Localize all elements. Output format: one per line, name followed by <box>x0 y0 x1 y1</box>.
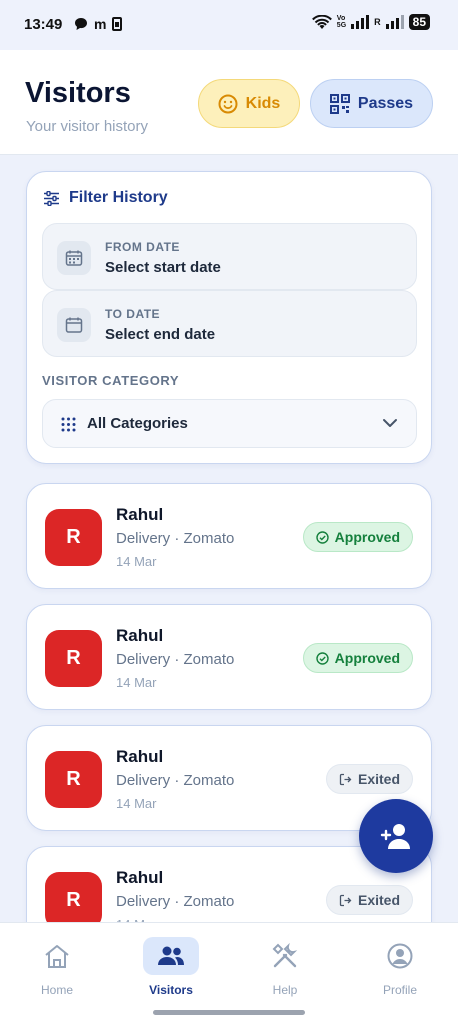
category-value: All Categories <box>87 415 188 432</box>
nav-home[interactable]: Home <box>12 937 102 997</box>
status-label: Approved <box>334 650 400 666</box>
visitor-name: Rahul <box>116 747 164 766</box>
nav-help-label: Help <box>272 983 298 997</box>
visitor-date: 14 Mar <box>116 675 157 690</box>
status-label: Approved <box>334 529 400 545</box>
notification-icons: m <box>74 16 123 32</box>
passes-button[interactable]: Passes <box>310 79 433 128</box>
nav-profile-label: Profile <box>382 983 417 997</box>
gesture-bar <box>153 1010 305 1015</box>
avatar: R <box>45 751 102 808</box>
visitor-date: 14 Mar <box>116 796 157 811</box>
filter-card: Filter History FROM DATE Select start da… <box>26 171 432 464</box>
qr-code-icon <box>329 93 350 114</box>
visitor-date: 14 Mar <box>116 554 157 569</box>
sliders-icon <box>44 190 59 206</box>
calendar-icon <box>57 241 91 275</box>
avatar: R <box>45 509 102 566</box>
roaming-label: R <box>374 17 381 27</box>
tools-icon <box>257 937 313 975</box>
visitor-name: Rahul <box>116 868 164 887</box>
kids-button[interactable]: Kids <box>198 79 300 128</box>
check-circle-icon <box>315 530 329 544</box>
category-label: VISITOR CATEGORY <box>42 373 180 388</box>
from-date-label: FROM DATE <box>105 240 180 254</box>
visitor-detail: Delivery · Zomato <box>116 772 235 789</box>
nav-visitors[interactable]: Visitors <box>126 937 216 997</box>
page-title: Visitors <box>25 77 131 109</box>
visitor-name: Rahul <box>116 626 164 645</box>
status-badge: Exited <box>325 764 413 794</box>
bottom-nav: Home Visitors Help Profile <box>0 922 458 1024</box>
from-date-field[interactable]: FROM DATE Select start date <box>42 223 417 290</box>
visitor-detail: Delivery · Zomato <box>116 893 235 910</box>
status-label: Exited <box>357 771 400 787</box>
visitor-name: Rahul <box>116 505 164 524</box>
from-date-value: Select start date <box>105 259 221 276</box>
signal-icon-2 <box>385 15 404 29</box>
sim-icon <box>112 17 123 31</box>
carrier-letter: m <box>94 16 107 32</box>
calendar-blank-icon <box>57 308 91 342</box>
exit-icon <box>339 773 352 785</box>
nav-visitors-label: Visitors <box>149 983 193 997</box>
page-subtitle: Your visitor history <box>26 118 148 135</box>
to-date-field[interactable]: TO DATE Select end date <box>42 290 417 357</box>
nav-home-label: Home <box>40 983 73 997</box>
status-time: 13:49 <box>24 16 63 33</box>
battery-icon: 85 <box>408 14 430 30</box>
chat-icon <box>75 18 87 30</box>
status-right: Vo 5G R 85 <box>311 14 430 30</box>
visitor-card[interactable]: R Rahul Delivery · Zomato 14 Mar Approve… <box>26 604 432 710</box>
status-badge: Approved <box>302 522 413 552</box>
category-select[interactable]: All Categories <box>42 399 417 448</box>
page-header: Visitors Your visitor history Kids Passe… <box>0 50 458 155</box>
status-badge: Approved <box>302 643 413 673</box>
avatar: R <box>45 872 102 929</box>
nav-help[interactable]: Help <box>240 937 330 997</box>
passes-label: Passes <box>357 94 414 112</box>
add-visitor-button[interactable] <box>359 799 433 873</box>
avatar: R <box>45 630 102 687</box>
check-circle-icon <box>315 651 329 665</box>
status-label: Exited <box>357 892 400 908</box>
filter-header: Filter History <box>43 189 168 207</box>
nav-profile[interactable]: Profile <box>355 937 445 997</box>
grid-dots-icon <box>61 417 76 432</box>
kids-label: Kids <box>245 94 281 112</box>
to-date-value: Select end date <box>105 326 216 343</box>
to-date-label: TO DATE <box>105 307 161 321</box>
filter-title: Filter History <box>69 189 168 206</box>
visitor-detail: Delivery · Zomato <box>116 651 235 668</box>
status-badge: Exited <box>325 885 413 915</box>
users-icon <box>143 937 199 975</box>
profile-icon <box>372 937 428 975</box>
visitor-detail: Delivery · Zomato <box>116 530 235 547</box>
home-icon <box>29 937 85 975</box>
status-bar: 13:49 m Vo 5G R 85 <box>0 0 458 50</box>
add-user-icon <box>380 824 410 849</box>
wifi-icon <box>311 14 332 29</box>
volte-badge: Vo 5G <box>336 15 347 29</box>
exit-icon <box>339 894 352 906</box>
signal-icon <box>351 15 370 29</box>
smiley-icon <box>218 94 238 113</box>
chevron-down-icon <box>383 419 397 427</box>
visitor-card[interactable]: R Rahul Delivery · Zomato 14 Mar Approve… <box>26 483 432 589</box>
